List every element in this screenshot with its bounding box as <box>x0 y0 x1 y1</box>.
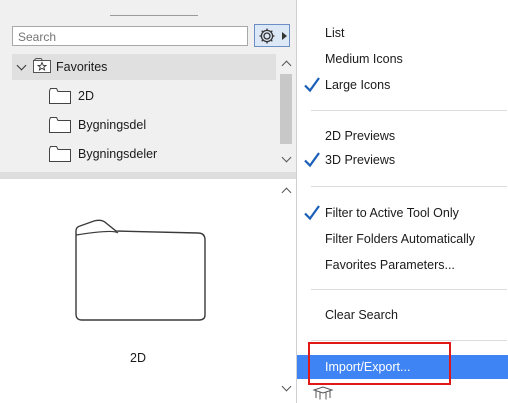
menu-item-favorites-parameters[interactable]: Favorites Parameters... <box>297 254 508 276</box>
options-menu-button[interactable] <box>254 24 290 47</box>
scroll-up-icon[interactable] <box>281 187 292 198</box>
folder-icon <box>49 88 71 104</box>
menu-item-label: Clear Search <box>325 308 398 322</box>
scroll-down-icon[interactable] <box>281 152 292 163</box>
menu-separator <box>311 340 507 341</box>
library-icon <box>312 386 334 400</box>
folder-tree: Favorites 2D Bygningsdel Bygningsdeler <box>12 54 276 170</box>
tree-item-bygningsdel[interactable]: Bygningsdel <box>12 112 276 138</box>
menu-item-list[interactable]: List <box>297 22 508 44</box>
menu-item-filter-active-tool[interactable]: Filter to Active Tool Only <box>297 202 508 224</box>
resize-handle[interactable] <box>110 15 198 16</box>
scrollbar-thumb[interactable] <box>280 74 292 144</box>
menu-item-label: Medium Icons <box>325 52 403 66</box>
menu-item-medium-icons[interactable]: Medium Icons <box>297 48 508 70</box>
search-input[interactable] <box>12 26 248 46</box>
menu-item-label: Filter Folders Automatically <box>325 232 476 246</box>
scroll-up-icon[interactable] <box>281 60 292 71</box>
gear-icon <box>259 28 275 44</box>
menu-item-label: 2D Previews <box>325 129 396 143</box>
menu-separator <box>311 186 507 187</box>
menu-separator <box>311 110 507 111</box>
menu-item-2d-previews[interactable]: 2D Previews <box>297 125 508 147</box>
caret-right-icon <box>282 32 287 40</box>
checkmark-icon <box>304 77 320 93</box>
tree-item-favorites[interactable]: Favorites <box>12 54 276 80</box>
tree-item-label: Favorites <box>56 60 108 74</box>
menu-item-label: Large Icons <box>325 78 391 92</box>
tree-item-label: Bygningsdeler <box>78 147 158 161</box>
preview-area: 2D <box>0 179 276 403</box>
favorites-star-icon <box>33 58 51 73</box>
favorites-panel: Favorites 2D Bygningsdel Bygningsdeler <box>0 0 296 403</box>
menu-item-label: 3D Previews <box>325 153 396 167</box>
checkmark-icon <box>304 152 320 168</box>
tree-item-bygningsdeler[interactable]: Bygningsdeler <box>12 141 276 167</box>
tree-scrollbar[interactable] <box>276 54 296 170</box>
menu-item-filter-folders[interactable]: Filter Folders Automatically <box>297 228 508 250</box>
menu-item-large-icons[interactable]: Large Icons <box>297 74 508 96</box>
menu-separator <box>311 289 507 290</box>
large-folder-icon[interactable] <box>74 209 208 323</box>
menu-item-label: Favorites Parameters... <box>325 258 455 272</box>
tree-item-label: 2D <box>78 89 94 103</box>
preview-scrollbar[interactable] <box>276 179 296 403</box>
tree-item-2d[interactable]: 2D <box>12 83 276 109</box>
preview-label: 2D <box>130 351 146 365</box>
menu-item-label: List <box>325 26 345 40</box>
highlight-callout-box <box>308 342 451 385</box>
tree-item-label: Bygningsdel <box>78 118 147 132</box>
panel-divider[interactable] <box>0 172 296 179</box>
menu-item-3d-previews[interactable]: 3D Previews <box>297 149 508 171</box>
folder-icon <box>49 117 71 133</box>
checkmark-icon <box>304 205 320 221</box>
menu-item-label: Filter to Active Tool Only <box>325 206 459 220</box>
folder-icon <box>49 146 71 162</box>
menu-item-clear-search[interactable]: Clear Search <box>297 304 508 326</box>
scroll-down-icon[interactable] <box>281 381 292 392</box>
chevron-down-icon[interactable] <box>16 60 27 71</box>
